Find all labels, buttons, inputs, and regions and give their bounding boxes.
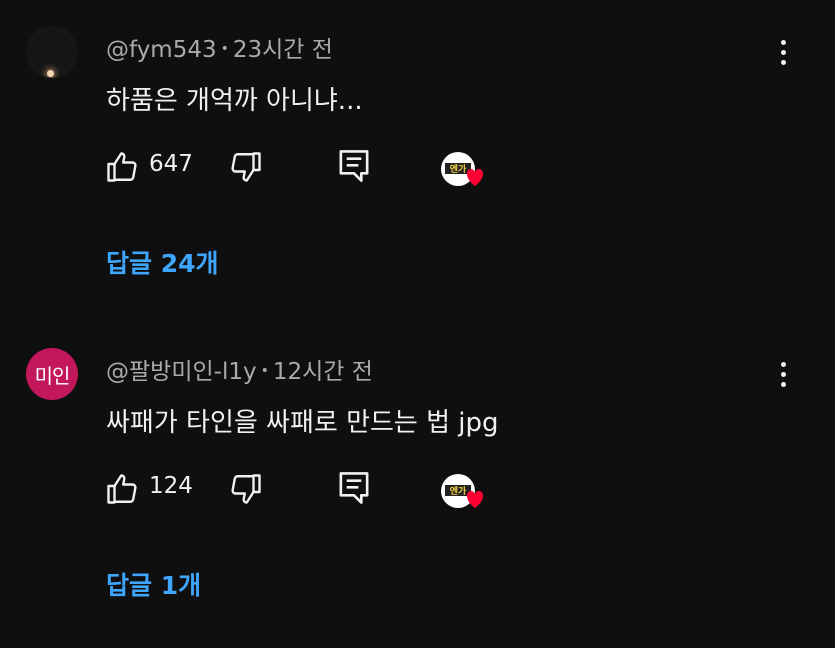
timestamp[interactable]: 12시간 전 xyxy=(273,359,373,385)
author-name[interactable]: @팔방미인-l1y xyxy=(106,359,257,385)
like-icon[interactable] xyxy=(104,471,140,507)
more-vert-icon[interactable] xyxy=(774,360,794,390)
creator-heart-icon: 엔가 xyxy=(440,471,490,515)
like-count: 124 xyxy=(149,473,193,499)
separator-dot: • xyxy=(260,363,269,379)
dislike-icon[interactable] xyxy=(228,149,264,185)
comment-actions: 647 엔가 xyxy=(0,145,835,189)
dislike-icon[interactable] xyxy=(228,471,264,507)
creator-heart-icon: 엔가 xyxy=(440,149,490,193)
reply-icon[interactable] xyxy=(336,469,372,507)
more-vert-icon[interactable] xyxy=(774,38,794,68)
separator-dot: • xyxy=(220,41,229,57)
comment-text: 하품은 개억까 아니냐... xyxy=(106,86,363,116)
like-count: 647 xyxy=(149,151,193,177)
timestamp[interactable]: 23시간 전 xyxy=(233,37,333,63)
badge-text: 엔가 xyxy=(450,485,467,497)
replies-button[interactable]: 답글 1개 xyxy=(106,566,201,602)
comment-text: 싸패가 타인을 싸패로 만드는 법 jpg xyxy=(106,408,499,438)
author-name[interactable]: @fym543 xyxy=(106,37,217,63)
avatar-image xyxy=(47,70,54,77)
comment-actions: 124 엔가 xyxy=(0,467,835,511)
badge-text: 엔가 xyxy=(450,163,467,175)
reply-icon[interactable] xyxy=(336,147,372,185)
avatar[interactable]: 미인 xyxy=(26,348,78,400)
replies-button[interactable]: 답글 24개 xyxy=(106,244,219,280)
comment-header: @fym543 • 23시간 전 xyxy=(106,30,333,64)
avatar[interactable] xyxy=(26,26,78,78)
like-icon[interactable] xyxy=(104,149,140,185)
comment-header: @팔방미인-l1y • 12시간 전 xyxy=(106,352,373,386)
